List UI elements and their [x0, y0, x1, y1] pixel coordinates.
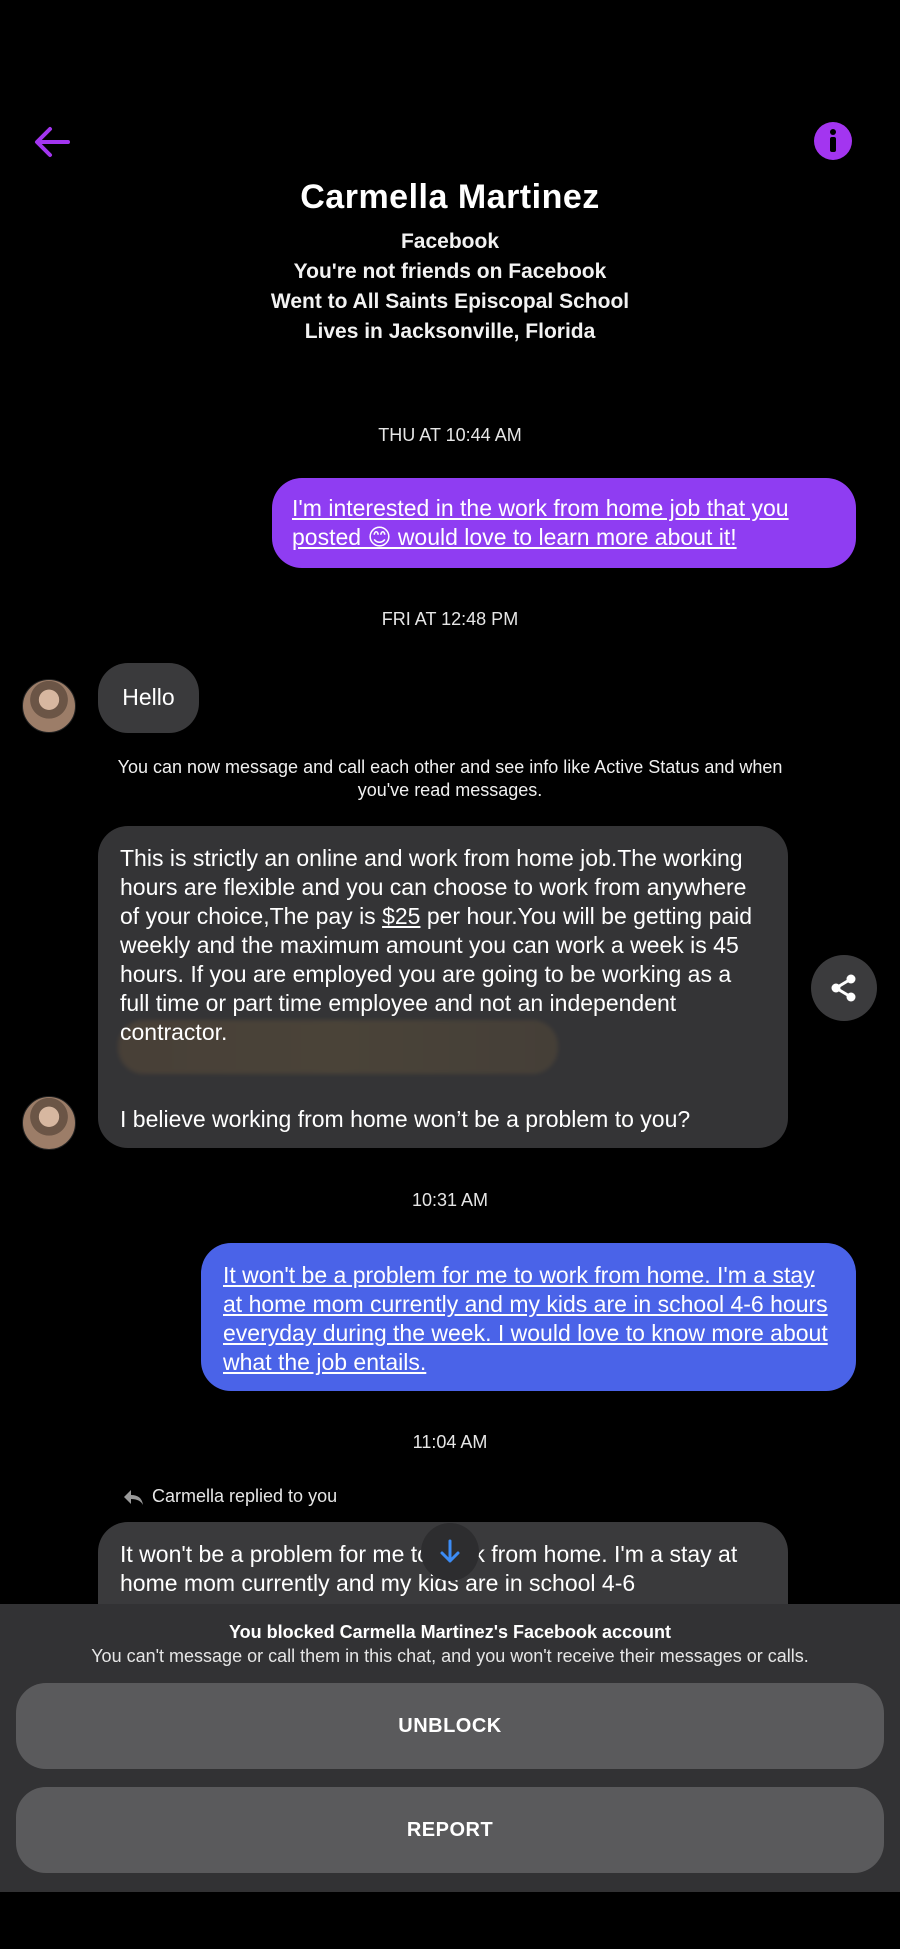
profile-education: Went to All Saints Episcopal School — [270, 290, 630, 313]
timestamp: FRI AT 12:48 PM — [381, 609, 519, 629]
arrow-left-icon — [35, 127, 70, 157]
info-icon — [814, 122, 852, 160]
message-text: I believe working from home won’t be a p… — [120, 1106, 691, 1132]
outgoing-message[interactable]: It won't be a problem for me to work fro… — [201, 1243, 856, 1391]
pay-amount: $25 — [382, 903, 421, 929]
scroll-to-bottom-button[interactable] — [421, 1523, 479, 1581]
reply-indicator: Carmella replied to you — [122, 1486, 337, 1507]
incoming-message[interactable]: Hello — [98, 663, 199, 733]
timestamp: THU AT 10:44 AM — [378, 425, 522, 445]
outgoing-message[interactable]: I'm interested in the work from home job… — [272, 478, 856, 568]
incoming-message[interactable]: This is strictly an online and work from… — [98, 826, 788, 1148]
system-note: You can now message and call each other … — [117, 757, 783, 800]
profile-location: Lives in Jacksonville, Florida — [304, 320, 596, 343]
profile-friend-status: You're not friends on Facebook — [293, 260, 607, 283]
share-icon — [831, 974, 856, 1002]
report-button[interactable]: REPORT — [16, 1787, 884, 1873]
message-text: It won't be a problem for me to work fro… — [223, 1262, 828, 1375]
blocked-subtitle: You can't message or call them in this c… — [91, 1646, 809, 1666]
back-button[interactable] — [28, 118, 76, 166]
timestamp: 10:31 AM — [411, 1190, 489, 1210]
blocked-title: You blocked Carmella Martinez's Facebook… — [228, 1622, 672, 1642]
message-paragraph: This is strictly an online and work from… — [120, 844, 766, 1047]
reply-icon — [124, 1489, 143, 1505]
report-label: REPORT — [406, 1818, 494, 1841]
message-text: I'm interested in the work from home job… — [292, 495, 789, 550]
profile-name: Carmella Martinez — [300, 178, 600, 214]
unblock-button[interactable]: UNBLOCK — [16, 1683, 884, 1769]
unblock-label: UNBLOCK — [398, 1714, 502, 1737]
arrow-down-icon — [440, 1539, 460, 1563]
avatar[interactable] — [22, 679, 76, 733]
reply-label: Carmella replied to you — [152, 1486, 338, 1506]
profile-platform: Facebook — [400, 230, 500, 253]
avatar[interactable] — [22, 1096, 76, 1150]
timestamp: 11:04 AM — [412, 1432, 488, 1452]
share-button[interactable] — [811, 955, 877, 1021]
message-text: Hello — [122, 684, 175, 710]
info-button[interactable] — [810, 118, 856, 164]
